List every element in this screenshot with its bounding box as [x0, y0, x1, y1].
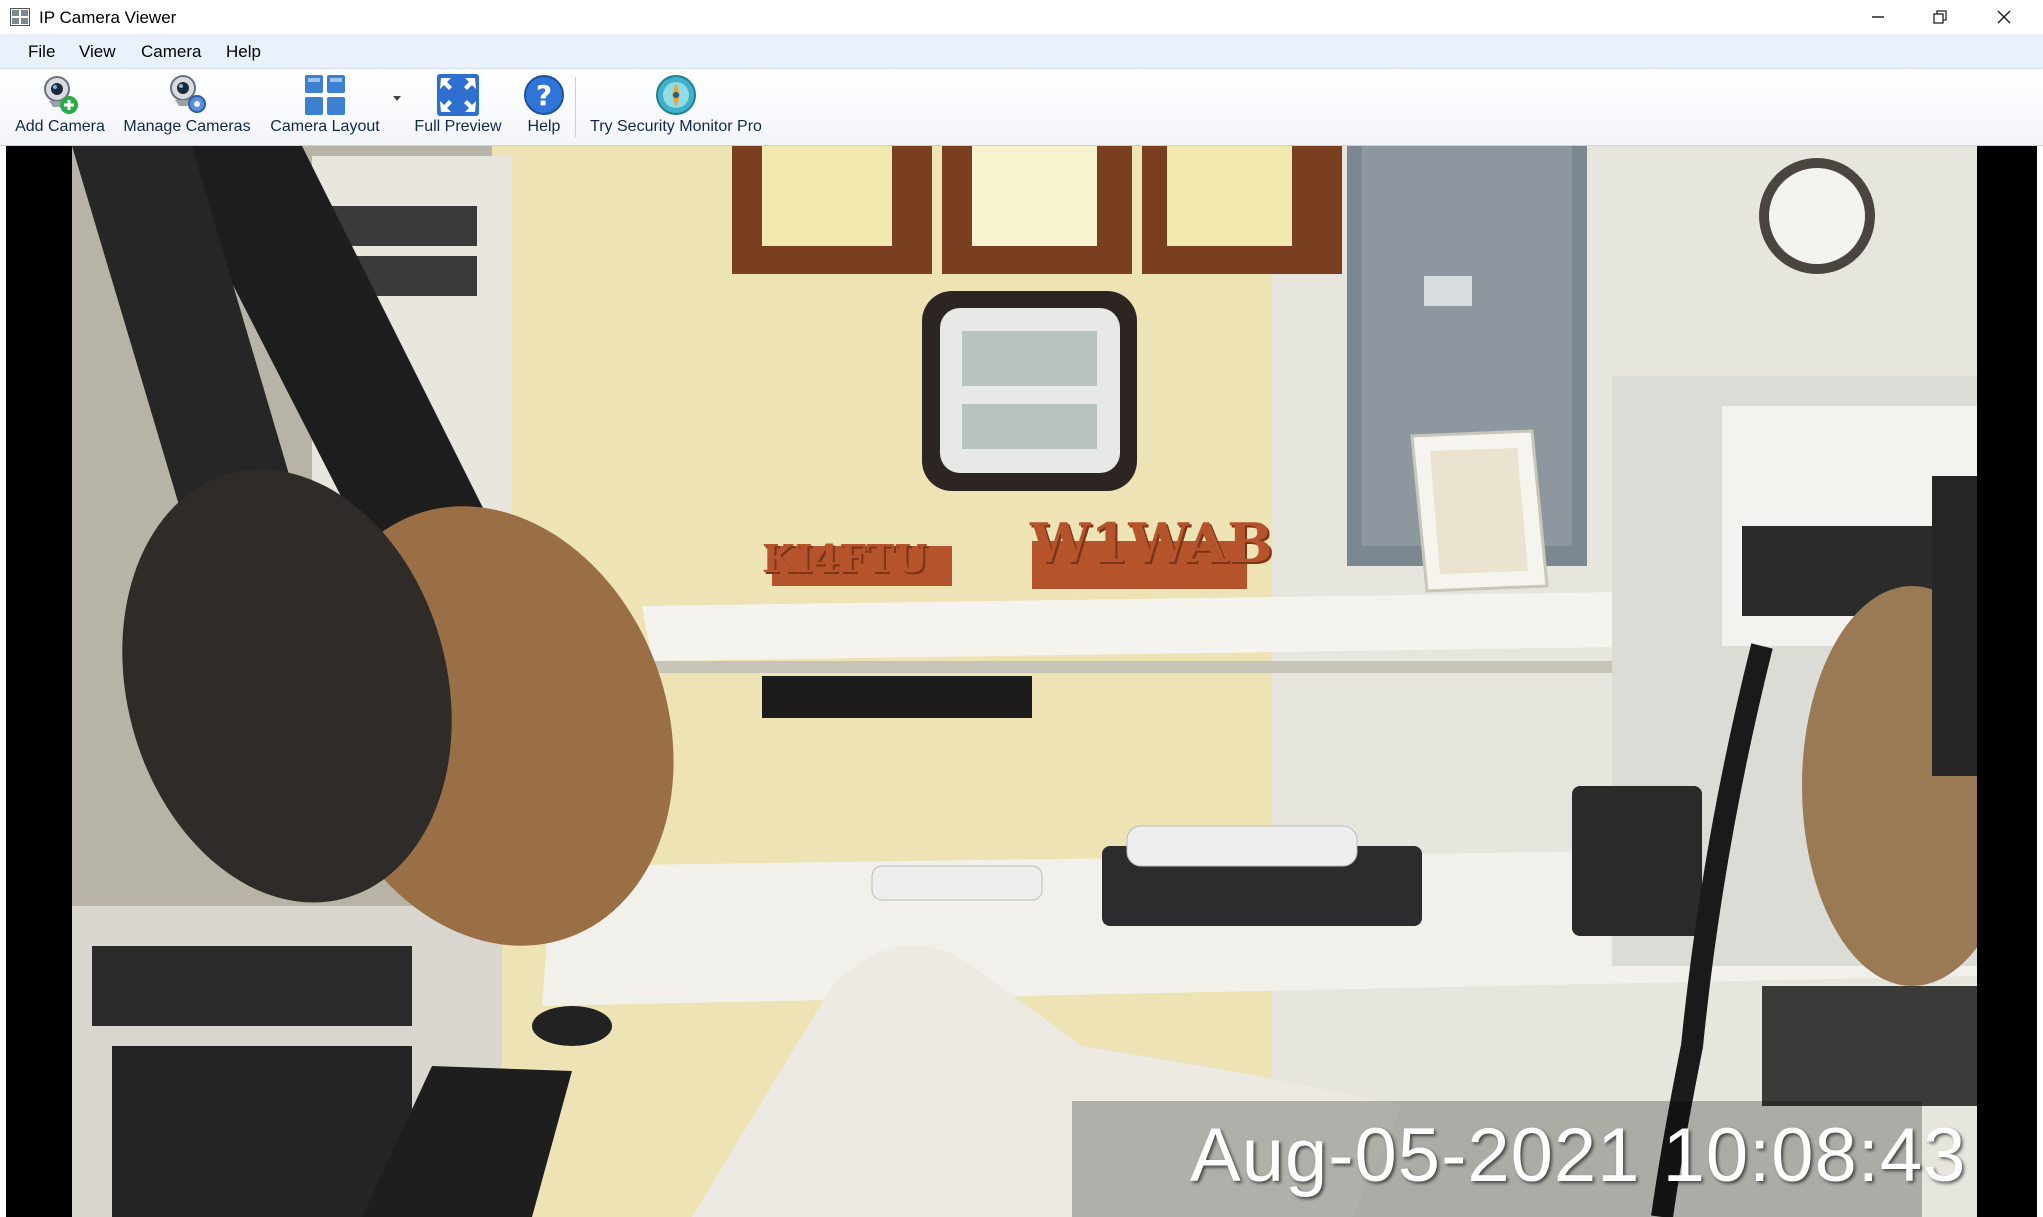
add-camera-label: Add Camera [15, 118, 105, 135]
security-monitor-pro-icon [656, 75, 696, 115]
menu-bar: File View Camera Help [0, 34, 2043, 69]
manage-cameras-label: Manage Cameras [123, 118, 251, 135]
restore-button[interactable] [1910, 0, 1970, 34]
minimize-button[interactable] [1848, 0, 1908, 34]
window-title: IP Camera Viewer [39, 8, 177, 27]
add-camera-icon [44, 76, 78, 114]
restore-icon [1933, 10, 1947, 24]
toolbar-separator [575, 77, 576, 137]
help-icon: ? [524, 75, 564, 115]
full-preview-label: Full Preview [414, 118, 502, 135]
menu-help[interactable]: Help [226, 42, 261, 62]
svg-text:?: ? [536, 79, 552, 112]
app-icon [10, 8, 30, 26]
help-button[interactable]: ? Help [520, 73, 568, 143]
callsign-sign-right: W1WAB [1030, 511, 1273, 575]
toolbar: Add Camera Manage Cameras Camera Layout [0, 69, 2043, 146]
help-label: Help [527, 118, 561, 135]
camera-layout-icon [305, 75, 345, 115]
full-preview-icon [437, 74, 479, 116]
close-button[interactable] [1974, 0, 2034, 34]
camera-layout-dropdown-icon[interactable] [393, 96, 401, 101]
close-icon [1997, 10, 2011, 24]
title-bar[interactable]: IP Camera Viewer [0, 0, 2043, 34]
try-security-monitor-pro-label: Try Security Monitor Pro [590, 118, 762, 135]
try-security-monitor-pro-button[interactable]: Try Security Monitor Pro [585, 73, 767, 143]
manage-cameras-icon [170, 75, 206, 113]
add-camera-button[interactable]: Add Camera [12, 73, 108, 143]
menu-file[interactable]: File [28, 42, 55, 62]
manage-cameras-button[interactable]: Manage Cameras [120, 73, 254, 143]
minimize-icon [1872, 16, 1884, 18]
video-timestamp: Aug-05-2021 10:08:43 [1190, 1113, 1967, 1198]
callsign-sign-left: KI4FTU [762, 536, 928, 581]
camera-layout-label: Camera Layout [270, 118, 380, 135]
full-preview-button[interactable]: Full Preview [408, 73, 508, 143]
menu-camera[interactable]: Camera [141, 42, 201, 62]
menu-view[interactable]: View [79, 42, 116, 62]
camera-viewer[interactable]: KI4FTU W1WAB Aug-05-2021 10:08:43 [6, 146, 2037, 1217]
camera-feed[interactable]: KI4FTU W1WAB Aug-05-2021 10:08:43 [72, 146, 1977, 1217]
camera-layout-button[interactable]: Camera Layout [265, 73, 385, 143]
camera-feed-image [72, 146, 1977, 1217]
